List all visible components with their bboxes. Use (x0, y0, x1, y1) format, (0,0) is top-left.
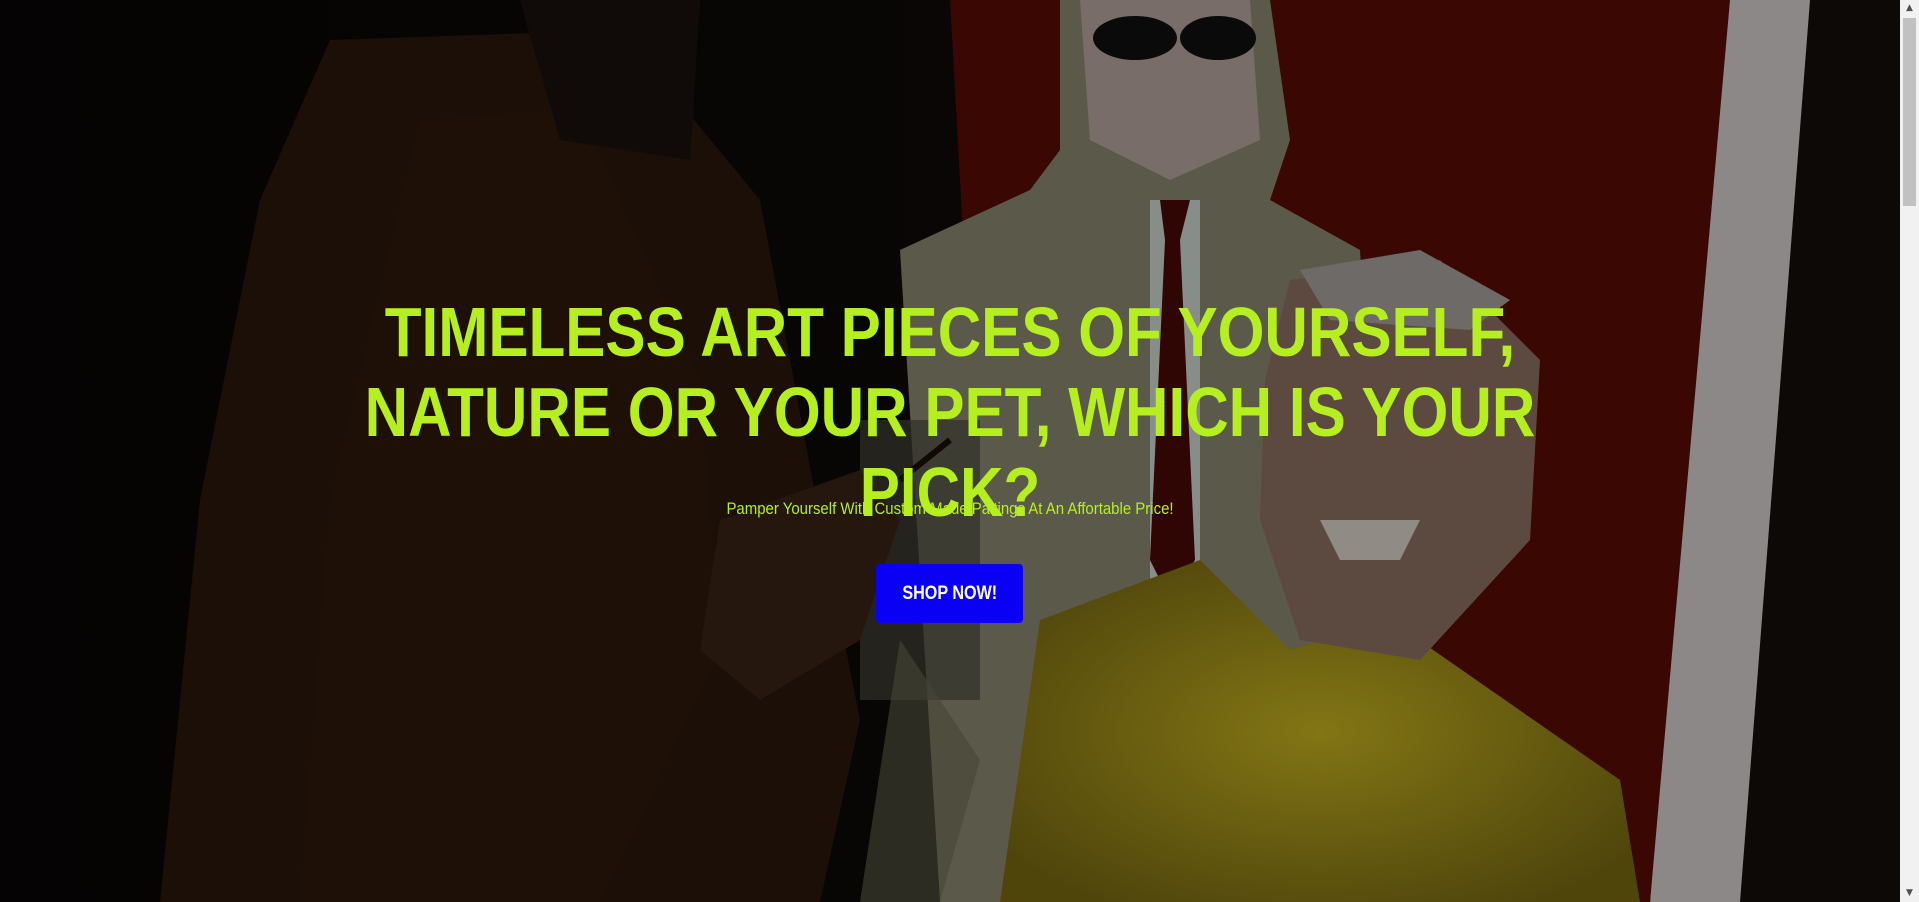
browser-viewport: TIMELESS ART PIECES OF YOURSELF, NATURE … (0, 0, 1919, 902)
page-scrollbar[interactable]: ▲ ▼ (1900, 0, 1919, 902)
triangle-down-icon[interactable]: ▼ (1900, 885, 1919, 902)
shop-now-button-label: SHOP NOW! (902, 582, 997, 604)
hero-subheadline: Pamper Yourself With Custom Made Paiting… (726, 499, 1174, 518)
shop-now-button[interactable]: SHOP NOW! (876, 564, 1023, 623)
hero-headline: TIMELESS ART PIECES OF YOURSELF, NATURE … (364, 293, 1536, 531)
triangle-up-icon[interactable]: ▲ (1900, 0, 1919, 17)
scrollbar-thumb[interactable] (1903, 18, 1916, 206)
hero-section: TIMELESS ART PIECES OF YOURSELF, NATURE … (0, 0, 1900, 902)
